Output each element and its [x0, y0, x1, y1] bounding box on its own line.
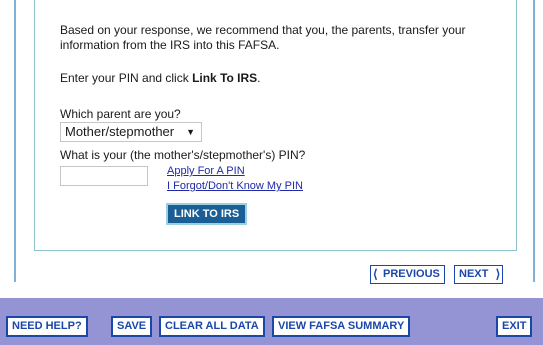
forgot-pin-link[interactable]: I Forgot/Don't Know My PIN: [167, 180, 303, 192]
next-button[interactable]: NEXT ⟩: [454, 265, 504, 284]
previous-label: PREVIOUS: [383, 268, 440, 280]
pin-input[interactable]: [60, 166, 148, 186]
instruction-bold: Link To IRS: [192, 71, 258, 85]
parent-question-label: Which parent are you?: [60, 107, 181, 121]
dropdown-arrow-icon: ▼: [186, 127, 195, 137]
exit-button[interactable]: EXIT: [496, 316, 533, 337]
next-label: NEXT: [459, 268, 489, 280]
instruction-suffix: .: [257, 71, 261, 85]
previous-button[interactable]: ⟨ PREVIOUS: [370, 265, 445, 284]
pin-question-label: What is your (the mother's/stepmother's)…: [60, 148, 306, 162]
save-button[interactable]: SAVE: [111, 316, 153, 337]
link-to-irs-button[interactable]: LINK TO IRS: [166, 203, 248, 225]
arrow-right-icon: ⟩: [495, 267, 501, 281]
recommendation-text: Based on your response, we recommend tha…: [60, 23, 466, 52]
parent-select[interactable]: Mother/stepmother ▼: [60, 122, 202, 142]
view-fafsa-summary-button[interactable]: VIEW FAFSA SUMMARY: [272, 316, 411, 337]
clear-all-data-button[interactable]: CLEAR ALL DATA: [159, 316, 265, 337]
parent-select-value: Mother/stepmother: [65, 124, 175, 139]
instruction-prefix: Enter your PIN and click: [60, 71, 193, 85]
arrow-left-icon: ⟨: [373, 267, 378, 281]
apply-for-pin-link[interactable]: Apply For A PIN: [167, 165, 245, 177]
need-help-button[interactable]: NEED HELP?: [6, 316, 88, 337]
pin-instruction: Enter your PIN and click Link To IRS.: [60, 71, 261, 85]
